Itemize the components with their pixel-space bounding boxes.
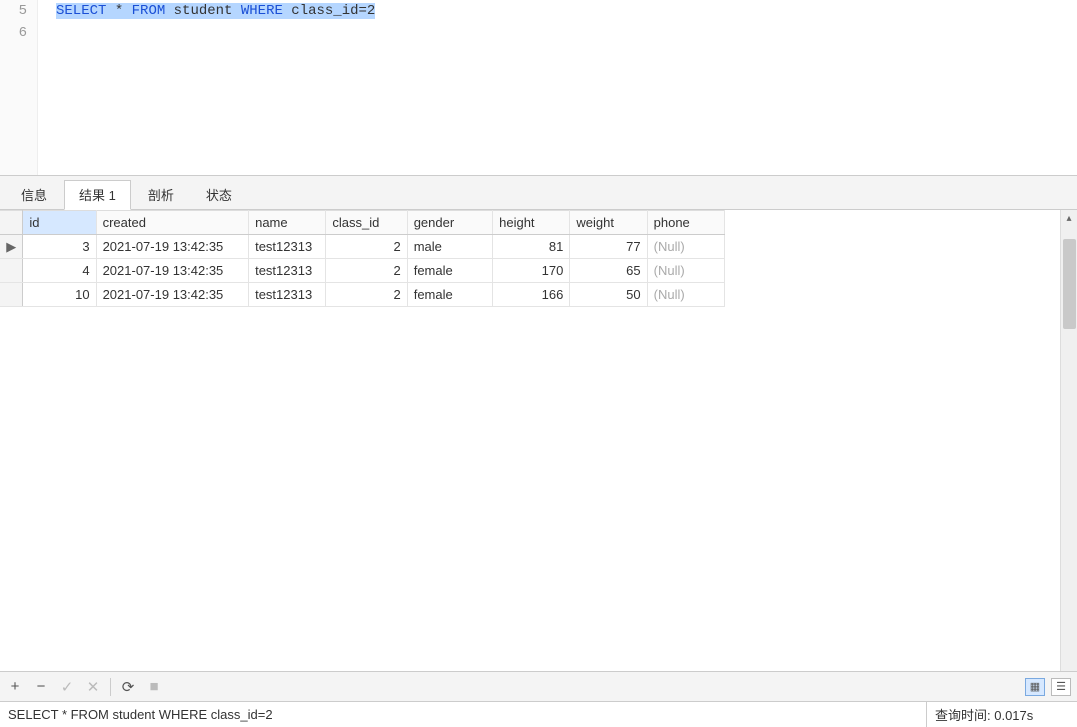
- col-header-created[interactable]: created: [96, 211, 249, 235]
- cell-phone[interactable]: (Null): [647, 235, 724, 259]
- cell-id[interactable]: 4: [23, 259, 96, 283]
- tab-3[interactable]: 状态: [191, 180, 247, 209]
- sql-editor[interactable]: 5 6 SELECT * FROM student WHERE class_id…: [0, 0, 1077, 176]
- row-marker: [0, 283, 23, 307]
- cell-phone[interactable]: (Null): [647, 259, 724, 283]
- cell-weight[interactable]: 65: [570, 259, 647, 283]
- scroll-thumb[interactable]: [1063, 239, 1076, 329]
- tab-2[interactable]: 剖析: [133, 180, 189, 209]
- cell-height[interactable]: 166: [493, 283, 570, 307]
- cell-class_id[interactable]: 2: [326, 259, 407, 283]
- refresh-button[interactable]: ⟳: [119, 678, 137, 696]
- col-header-height[interactable]: height: [493, 211, 570, 235]
- cell-created[interactable]: 2021-07-19 13:42:35: [96, 283, 249, 307]
- cell-id[interactable]: 3: [23, 235, 96, 259]
- row-marker: ▶: [0, 235, 23, 259]
- stop-button[interactable]: ■: [145, 678, 163, 696]
- cell-class_id[interactable]: 2: [326, 235, 407, 259]
- code-line[interactable]: SELECT * FROM student WHERE class_id=2: [56, 0, 375, 22]
- delete-row-button[interactable]: −: [32, 678, 50, 696]
- row-header-corner: [0, 211, 23, 235]
- scroll-up-icon[interactable]: ▴: [1061, 210, 1077, 227]
- line-number: 5: [0, 0, 27, 22]
- status-query-text: SELECT * FROM student WHERE class_id=2: [0, 702, 927, 727]
- cell-height[interactable]: 170: [493, 259, 570, 283]
- col-header-weight[interactable]: weight: [570, 211, 647, 235]
- line-number: 6: [0, 22, 27, 44]
- view-switcher: ▦ ☰: [1025, 678, 1071, 696]
- cell-height[interactable]: 81: [493, 235, 570, 259]
- results-pane: idcreatednameclass_idgenderheightweightp…: [0, 210, 1077, 671]
- cell-weight[interactable]: 77: [570, 235, 647, 259]
- cell-name[interactable]: test12313: [249, 235, 326, 259]
- table-row[interactable]: ▶32021-07-19 13:42:35test123132male8177(…: [0, 235, 725, 259]
- code-area[interactable]: SELECT * FROM student WHERE class_id=2: [38, 0, 375, 175]
- tab-1[interactable]: 结果 1: [64, 180, 131, 210]
- apply-changes-button[interactable]: ✓: [58, 678, 76, 696]
- table-row[interactable]: 42021-07-19 13:42:35test123132female1706…: [0, 259, 725, 283]
- cell-created[interactable]: 2021-07-19 13:42:35: [96, 259, 249, 283]
- cell-phone[interactable]: (Null): [647, 283, 724, 307]
- cell-class_id[interactable]: 2: [326, 283, 407, 307]
- col-header-gender[interactable]: gender: [407, 211, 492, 235]
- results-grid[interactable]: idcreatednameclass_idgenderheightweightp…: [0, 210, 1060, 671]
- col-header-name[interactable]: name: [249, 211, 326, 235]
- cell-gender[interactable]: female: [407, 283, 492, 307]
- cancel-changes-button[interactable]: ✕: [84, 678, 102, 696]
- cell-created[interactable]: 2021-07-19 13:42:35: [96, 235, 249, 259]
- line-number-gutter: 5 6: [0, 0, 38, 175]
- grid-toolbar: + − ✓ ✕ ⟳ ■ ▦ ☰: [0, 671, 1077, 701]
- col-header-phone[interactable]: phone: [647, 211, 724, 235]
- row-marker: [0, 259, 23, 283]
- data-table[interactable]: idcreatednameclass_idgenderheightweightp…: [0, 210, 725, 307]
- cell-name[interactable]: test12313: [249, 283, 326, 307]
- vertical-scrollbar[interactable]: ▴: [1060, 210, 1077, 671]
- form-view-button[interactable]: ☰: [1051, 678, 1071, 696]
- code-line[interactable]: [56, 22, 375, 44]
- cell-name[interactable]: test12313: [249, 259, 326, 283]
- grid-view-button[interactable]: ▦: [1025, 678, 1045, 696]
- result-tabs: 信息结果 1剖析状态: [0, 176, 1077, 210]
- tab-0[interactable]: 信息: [6, 180, 62, 209]
- cell-weight[interactable]: 50: [570, 283, 647, 307]
- toolbar-separator: [110, 678, 111, 696]
- col-header-id[interactable]: id: [23, 211, 96, 235]
- add-row-button[interactable]: +: [6, 678, 24, 696]
- cell-gender[interactable]: male: [407, 235, 492, 259]
- cell-gender[interactable]: female: [407, 259, 492, 283]
- cell-id[interactable]: 10: [23, 283, 96, 307]
- status-bar: SELECT * FROM student WHERE class_id=2 查…: [0, 701, 1077, 727]
- status-time-text: 查询时间: 0.017s: [927, 702, 1077, 727]
- col-header-class_id[interactable]: class_id: [326, 211, 407, 235]
- table-row[interactable]: 102021-07-19 13:42:35test123132female166…: [0, 283, 725, 307]
